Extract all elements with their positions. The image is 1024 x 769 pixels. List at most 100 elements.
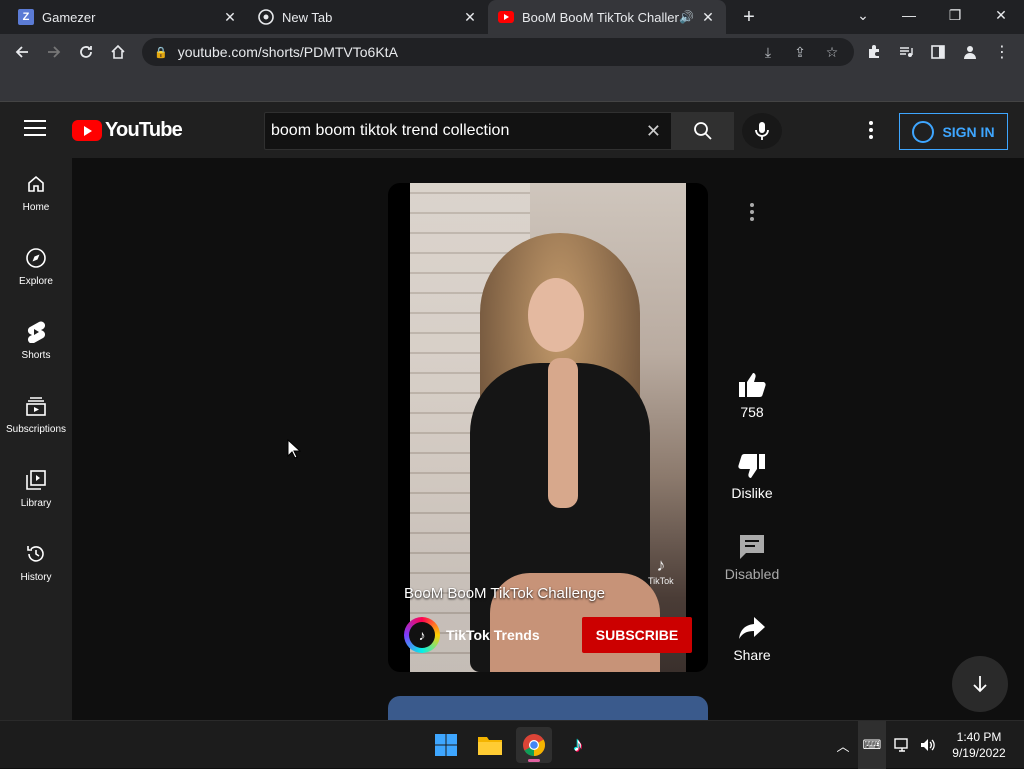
mini-guide-sidebar: Home Explore Shorts Subscriptions Librar… xyxy=(0,158,72,720)
chrome-icon xyxy=(258,9,274,25)
shorts-video-player[interactable]: ♪ TikTok BooM BooM TikTok Challenge ♪ Ti… xyxy=(388,183,708,672)
bookmarks-bar xyxy=(0,70,1024,102)
system-clock[interactable]: 1:40 PM 9/19/2022 xyxy=(940,729,1018,761)
close-icon[interactable]: ✕ xyxy=(222,9,238,26)
extensions-icon[interactable] xyxy=(860,38,888,66)
next-short-button[interactable] xyxy=(952,656,1008,712)
tab-title: BooM BooM TikTok Challeng xyxy=(522,9,680,25)
tiktok-logo-icon: ♪ xyxy=(656,555,666,575)
browser-menu-icon[interactable]: ⋮ xyxy=(988,38,1016,66)
settings-kebab-icon[interactable] xyxy=(860,118,882,142)
share-icon[interactable]: ⇪ xyxy=(788,38,812,66)
share-arrow-icon xyxy=(737,613,767,643)
sign-in-label: SIGN IN xyxy=(942,123,995,140)
address-bar[interactable]: 🔒 youtube.com/shorts/PDMTVTo6KtA ⤓ ⇪ ☆ xyxy=(142,38,854,66)
search-input[interactable]: boom boom tiktok trend collection ✕ xyxy=(264,112,672,150)
touch-keyboard-icon[interactable]: ⌨ xyxy=(858,721,886,769)
minimize-icon[interactable]: — xyxy=(886,0,932,30)
chrome-taskbar-button[interactable] xyxy=(516,727,552,763)
gamezer-favicon-icon: Z xyxy=(18,9,34,25)
short-action-bar: 758 Dislike Disabled Share xyxy=(716,158,788,720)
sidebar-item-shorts[interactable]: Shorts xyxy=(0,306,72,380)
windows-taskbar: ♪ ︿ ⌨ 1:40 PM 9/19/2022 xyxy=(0,720,1024,769)
clock-time: 1:40 PM xyxy=(956,730,1002,744)
profile-icon[interactable] xyxy=(956,38,984,66)
clock-date: 9/19/2022 xyxy=(952,746,1006,760)
sign-in-button[interactable]: SIGN IN xyxy=(899,113,1008,150)
history-icon xyxy=(24,542,48,566)
like-button[interactable]: 758 xyxy=(716,370,788,420)
bookmark-star-icon[interactable]: ☆ xyxy=(820,38,844,66)
close-icon[interactable]: ✕ xyxy=(700,9,716,26)
install-icon[interactable]: ⤓ xyxy=(756,38,780,66)
sidebar-item-history[interactable]: History xyxy=(0,528,72,602)
like-count: 758 xyxy=(740,404,764,420)
compass-icon xyxy=(24,246,48,270)
reload-icon[interactable] xyxy=(72,38,100,66)
sidebar-item-label: History xyxy=(20,572,52,583)
arrow-down-icon xyxy=(973,676,987,693)
subscribe-button[interactable]: SUBSCRIBE xyxy=(582,617,692,653)
comments-button[interactable]: Disabled xyxy=(716,532,788,582)
menu-icon[interactable] xyxy=(24,120,46,140)
search-button[interactable] xyxy=(672,112,734,150)
home-icon[interactable] xyxy=(104,38,132,66)
subscriptions-icon xyxy=(24,394,48,418)
new-tab-button[interactable]: + xyxy=(738,6,760,28)
microphone-icon xyxy=(755,122,769,140)
next-short-preview[interactable] xyxy=(388,696,708,720)
start-button[interactable] xyxy=(428,727,464,763)
restore-icon[interactable]: ❐ xyxy=(932,0,978,30)
tiktok-logo-icon: ♪ xyxy=(409,622,435,648)
tab-search-icon[interactable]: ⌄ xyxy=(840,0,886,30)
active-app-indicator xyxy=(528,759,540,762)
channel-avatar[interactable]: ♪ xyxy=(404,617,440,653)
sidebar-item-subscriptions[interactable]: Subscriptions xyxy=(0,380,72,454)
tab-title: New Tab xyxy=(282,9,333,25)
tab-title: Gamezer xyxy=(42,9,96,25)
youtube-header: YouTube boom boom tiktok trend collectio… xyxy=(0,102,1024,158)
share-button[interactable]: Share xyxy=(716,613,788,663)
sidebar-item-label: Library xyxy=(20,498,52,509)
show-hidden-icons-icon[interactable]: ︿ xyxy=(832,721,854,769)
sidebar-item-library[interactable]: Library xyxy=(0,454,72,528)
share-label: Share xyxy=(733,647,771,663)
tab-new-tab[interactable]: New Tab ✕ xyxy=(248,0,488,34)
network-icon[interactable] xyxy=(890,721,914,769)
sidebar-item-home[interactable]: Home xyxy=(0,158,72,232)
back-arrow-icon[interactable] xyxy=(8,38,36,66)
channel-name[interactable]: TikTok Trends xyxy=(446,627,540,643)
dislike-button[interactable]: Dislike xyxy=(716,451,788,501)
browser-tab-strip: Z Gamezer ✕ New Tab ✕ BooM BooM TikTok C… xyxy=(0,0,1024,34)
close-icon[interactable]: ✕ xyxy=(462,9,478,26)
youtube-play-icon xyxy=(72,120,102,141)
short-title[interactable]: BooM BooM TikTok Challenge xyxy=(404,585,605,602)
lock-icon[interactable]: 🔒 xyxy=(154,46,168,59)
youtube-favicon-icon xyxy=(498,9,514,25)
sidebar-item-explore[interactable]: Explore xyxy=(0,232,72,306)
speaker-icon[interactable]: 🔊 xyxy=(679,10,694,24)
folder-icon xyxy=(478,737,502,755)
tab-youtube-short[interactable]: BooM BooM TikTok Challeng 🔊 ✕ xyxy=(488,0,726,34)
tiktok-taskbar-button[interactable]: ♪ xyxy=(560,727,596,763)
library-icon xyxy=(24,468,48,492)
video-subject-skin xyxy=(548,358,578,508)
youtube-logo[interactable]: YouTube xyxy=(72,119,183,142)
url-text: youtube.com/shorts/PDMTVTo6KtA xyxy=(177,44,398,60)
voice-search-button[interactable] xyxy=(742,113,782,149)
sidebar-item-label: Shorts xyxy=(21,350,51,361)
volume-icon[interactable] xyxy=(916,721,940,769)
side-panel-icon[interactable] xyxy=(924,38,952,66)
tiktok-logo-icon: ♪ xyxy=(573,733,583,756)
channel-info[interactable]: ♪ TikTok Trends xyxy=(404,617,540,653)
clear-search-icon[interactable]: ✕ xyxy=(646,121,661,142)
forward-arrow-icon[interactable] xyxy=(40,38,68,66)
sidebar-item-label: Home xyxy=(22,202,50,213)
media-controls-icon[interactable] xyxy=(892,38,920,66)
file-explorer-button[interactable] xyxy=(472,727,508,763)
tab-gamezer[interactable]: Z Gamezer ✕ xyxy=(8,0,248,34)
watermark-text: TikTok xyxy=(648,576,674,586)
window-close-icon[interactable]: ✕ xyxy=(978,0,1024,30)
sidebar-item-label: Subscriptions xyxy=(5,424,67,435)
logo-text: YouTube xyxy=(105,119,183,141)
